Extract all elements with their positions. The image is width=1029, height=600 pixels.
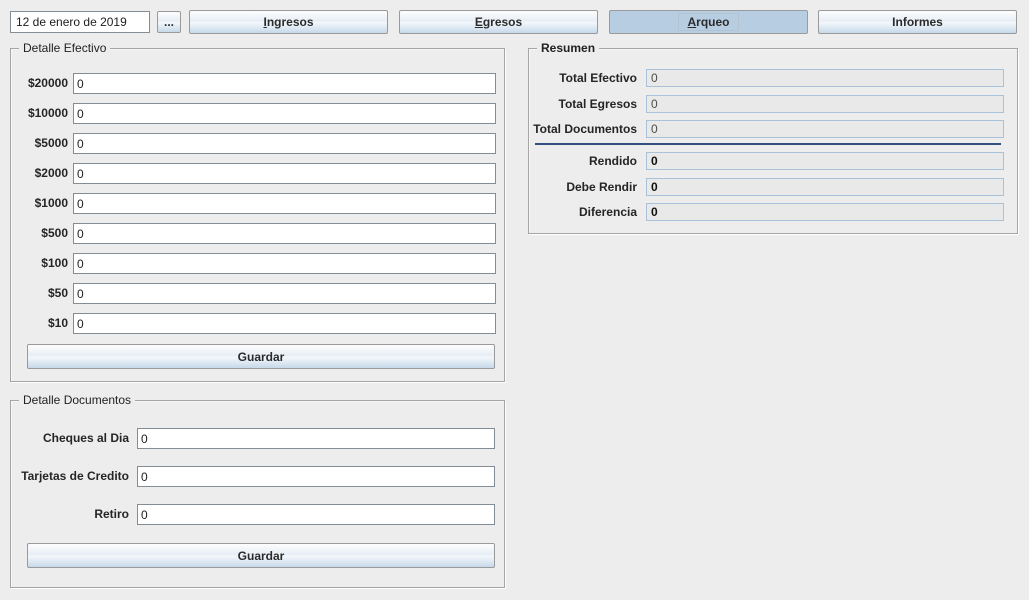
- nav-button-egresos-label: Egresos: [475, 15, 522, 29]
- denomination-input-100[interactable]: [73, 253, 496, 274]
- date-picker-button[interactable]: ...: [157, 11, 181, 33]
- cheques-al-dia-input[interactable]: [137, 428, 495, 449]
- denomination-label-20000: $20000: [11, 76, 68, 90]
- nav-button-arqueo[interactable]: Arqueo: [609, 10, 808, 34]
- detalle-efectivo-panel: Detalle Efectivo $20000 $10000 $5000 $20…: [10, 48, 505, 382]
- diferencia-label: Diferencia: [529, 205, 637, 219]
- diferencia-value: 0: [646, 203, 1004, 221]
- total-egresos-value: 0: [646, 95, 1004, 113]
- resumen-panel: Resumen Total Efectivo 0 Total Egresos 0…: [528, 48, 1018, 234]
- denomination-label-500: $500: [11, 226, 68, 240]
- tarjetas-de-credito-label: Tarjetas de Credito: [11, 469, 129, 483]
- nav-button-ingresos[interactable]: Ingresos: [189, 10, 388, 34]
- total-efectivo-value: 0: [646, 69, 1004, 87]
- denomination-input-10000[interactable]: [73, 103, 496, 124]
- date-input[interactable]: [10, 11, 150, 33]
- retiro-input[interactable]: [137, 504, 495, 525]
- nav-button-arqueo-label: Arqueo: [678, 13, 738, 31]
- denomination-label-1000: $1000: [11, 196, 68, 210]
- detalle-documentos-panel: Detalle Documentos Cheques al Dia Tarjet…: [10, 400, 505, 588]
- arqueo-window: { "toolbar": { "date_value": "12 de ener…: [0, 0, 1029, 600]
- cheques-al-dia-label: Cheques al Dia: [11, 431, 129, 445]
- denomination-input-500[interactable]: [73, 223, 496, 244]
- denomination-label-10000: $10000: [11, 106, 68, 120]
- total-documentos-value: 0: [646, 120, 1004, 138]
- detalle-efectivo-title: Detalle Efectivo: [19, 41, 110, 56]
- denomination-input-50[interactable]: [73, 283, 496, 304]
- guardar-documentos-button[interactable]: Guardar: [27, 543, 495, 568]
- denomination-label-5000: $5000: [11, 136, 68, 150]
- guardar-efectivo-label: Guardar: [238, 350, 285, 364]
- total-efectivo-label: Total Efectivo: [529, 71, 637, 85]
- retiro-label: Retiro: [11, 507, 129, 521]
- resumen-title: Resumen: [537, 41, 599, 56]
- ellipsis-icon: ...: [164, 15, 174, 29]
- denomination-input-1000[interactable]: [73, 193, 496, 214]
- nav-button-egresos[interactable]: Egresos: [399, 10, 598, 34]
- guardar-documentos-label: Guardar: [238, 549, 285, 563]
- denomination-label-10: $10: [11, 316, 68, 330]
- denomination-input-5000[interactable]: [73, 133, 496, 154]
- total-documentos-label: Total Documentos: [529, 122, 637, 136]
- resumen-separator: [535, 143, 1001, 145]
- tarjetas-de-credito-input[interactable]: [137, 466, 495, 487]
- denomination-label-100: $100: [11, 256, 68, 270]
- nav-button-informes-label: Informes: [892, 15, 943, 29]
- denomination-input-10[interactable]: [73, 313, 496, 334]
- rendido-value: 0: [646, 152, 1004, 170]
- debe-rendir-value: 0: [646, 178, 1004, 196]
- denomination-label-50: $50: [11, 286, 68, 300]
- detalle-documentos-title: Detalle Documentos: [19, 393, 135, 408]
- denomination-input-2000[interactable]: [73, 163, 496, 184]
- rendido-label: Rendido: [529, 154, 637, 168]
- guardar-efectivo-button[interactable]: Guardar: [27, 344, 495, 369]
- debe-rendir-label: Debe Rendir: [529, 180, 637, 194]
- denomination-input-20000[interactable]: [73, 73, 496, 94]
- total-egresos-label: Total Egresos: [529, 97, 637, 111]
- denomination-label-2000: $2000: [11, 166, 68, 180]
- nav-button-ingresos-label: Ingresos: [263, 15, 313, 29]
- nav-button-informes[interactable]: Informes: [818, 10, 1017, 34]
